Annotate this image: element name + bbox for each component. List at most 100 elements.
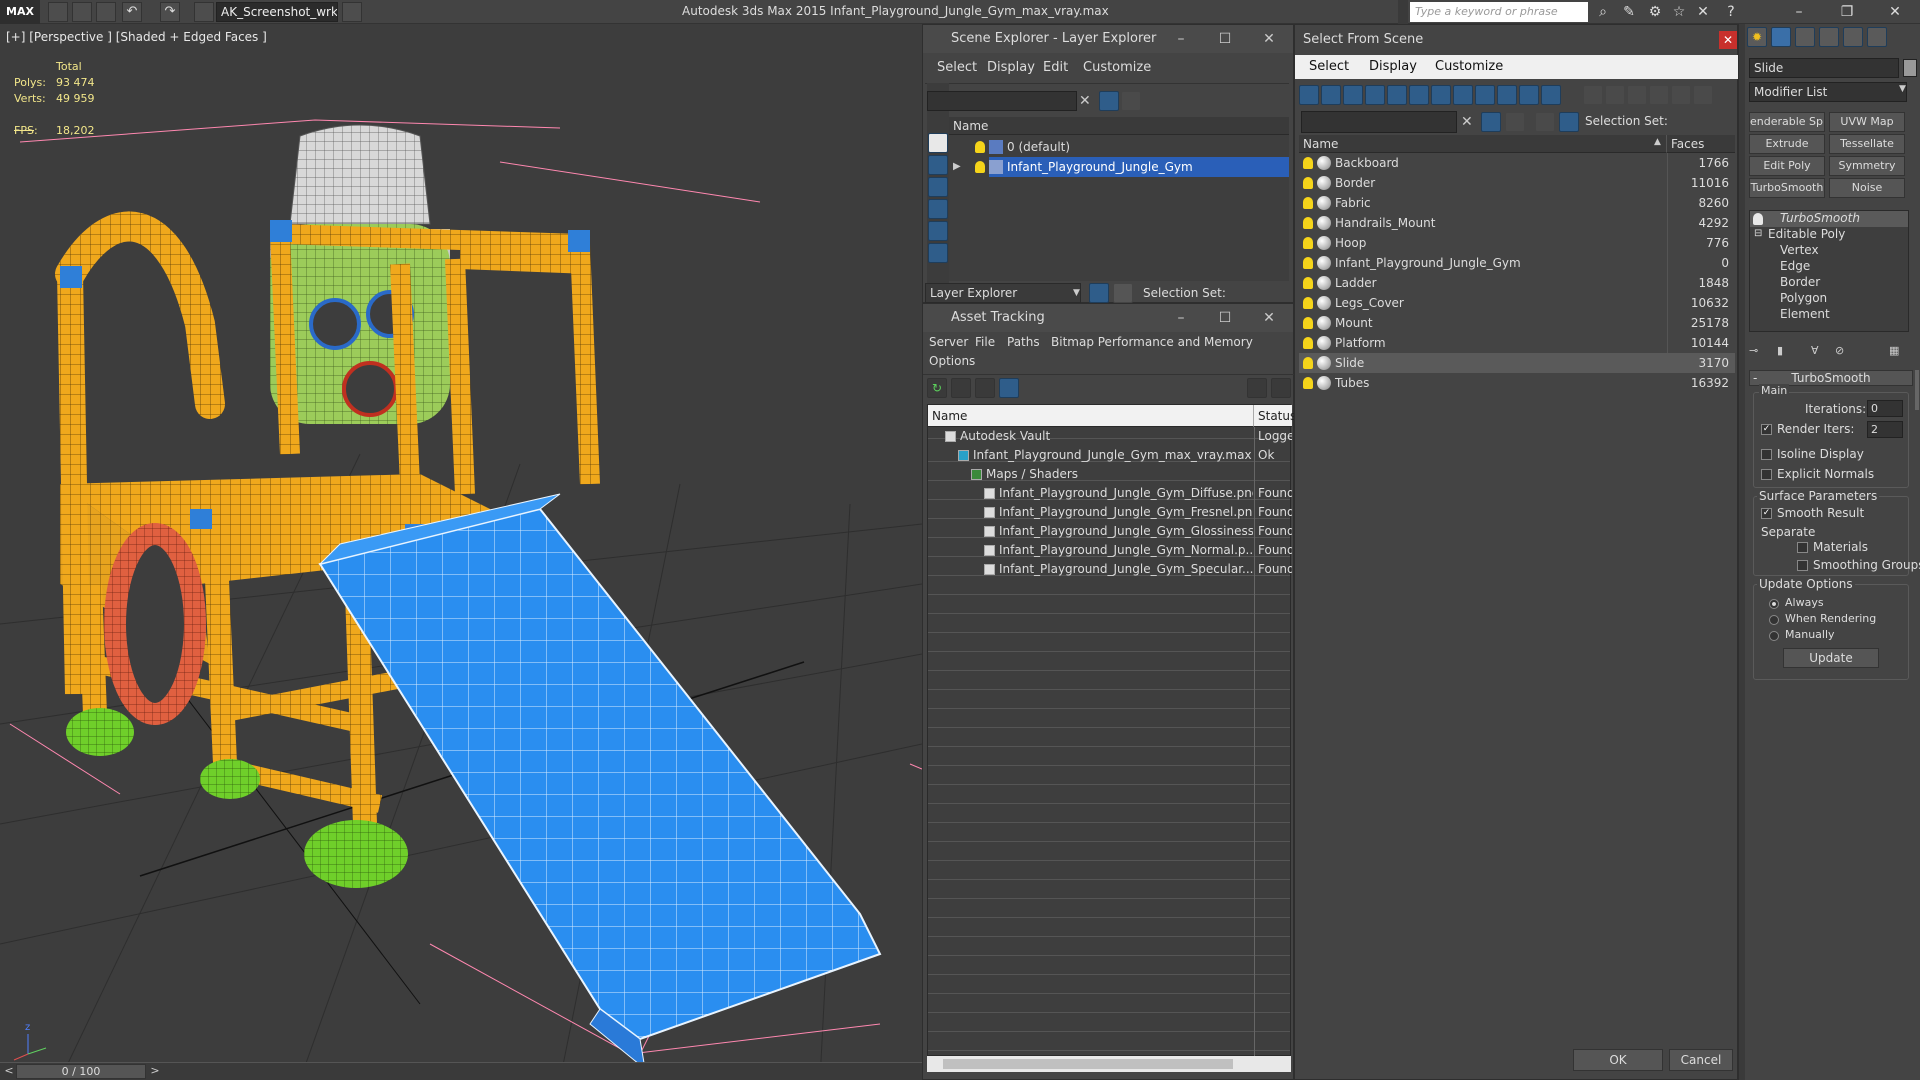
stack-border[interactable]: Border bbox=[1780, 275, 1820, 289]
asset-row[interactable]: Maps / Shaders bbox=[928, 465, 1292, 484]
new-scene-icon[interactable] bbox=[48, 2, 68, 22]
smoothing-groups-checkbox[interactable] bbox=[1797, 560, 1808, 571]
display-xrefs-icon[interactable] bbox=[1453, 85, 1473, 105]
menu-server[interactable]: Server bbox=[929, 335, 968, 349]
close-icon[interactable]: ✕ bbox=[1247, 304, 1291, 332]
object-row[interactable]: Backboard 1766 bbox=[1299, 153, 1735, 173]
stack-element[interactable]: Element bbox=[1780, 307, 1830, 321]
close-icon[interactable]: ✕ bbox=[1719, 31, 1737, 49]
modifier-button[interactable]: Tessellate bbox=[1829, 134, 1905, 154]
menu-options[interactable]: Options bbox=[929, 354, 975, 368]
object-row[interactable]: Infant_Playground_Jungle_Gym 0 bbox=[1299, 253, 1735, 273]
menu-display[interactable]: Display bbox=[987, 60, 1035, 75]
menu-customize[interactable]: Customize bbox=[1083, 60, 1151, 75]
ok-button[interactable]: OK bbox=[1573, 1049, 1663, 1071]
time-slider[interactable]: < 0 / 100 > bbox=[0, 1062, 922, 1080]
light-bulb-icon[interactable] bbox=[1303, 197, 1313, 209]
hierarchy-icon[interactable] bbox=[1559, 112, 1579, 132]
maximize-icon[interactable]: ☐ bbox=[1203, 304, 1247, 332]
light-bulb-icon[interactable] bbox=[1303, 217, 1313, 229]
light-bulb-icon[interactable] bbox=[1303, 237, 1313, 249]
horizontal-scrollbar[interactable] bbox=[927, 1056, 1291, 1072]
modifier-button[interactable]: Edit Poly bbox=[1749, 156, 1825, 176]
display-all-icon[interactable] bbox=[928, 155, 948, 175]
panel-scrollbar[interactable] bbox=[1915, 370, 1919, 410]
expand-arrow-icon[interactable]: ▶ bbox=[953, 157, 961, 177]
asset-row[interactable]: Infant_Playground_Jungle_Gym_Normal.p...… bbox=[928, 541, 1292, 560]
object-row[interactable]: Fabric 8260 bbox=[1299, 193, 1735, 213]
filter-options-icon[interactable] bbox=[1649, 85, 1669, 105]
redo-icon[interactable]: ↷ bbox=[160, 2, 180, 22]
asset-row[interactable]: Infant_Playground_Jungle_Gym_Fresnel.png… bbox=[928, 503, 1292, 522]
light-bulb-icon[interactable] bbox=[1303, 257, 1313, 269]
display-tab-icon[interactable] bbox=[1843, 27, 1863, 47]
menu-select[interactable]: Select bbox=[1309, 59, 1349, 74]
display-geometry-icon[interactable] bbox=[1299, 85, 1319, 105]
display-hidden-icon[interactable] bbox=[1541, 85, 1561, 105]
thumbnail-view-icon[interactable] bbox=[975, 378, 995, 398]
manually-radio[interactable] bbox=[1769, 631, 1779, 641]
display-containers-icon[interactable] bbox=[1497, 85, 1517, 105]
modifier-button[interactable]: UVW Map bbox=[1829, 112, 1905, 132]
display-shapes-icon[interactable] bbox=[1321, 85, 1341, 105]
shapes-icon[interactable] bbox=[928, 199, 948, 219]
light-bulb-icon[interactable] bbox=[1303, 337, 1313, 349]
column-header-name[interactable]: Name bbox=[928, 405, 1254, 427]
modifier-button[interactable]: enderable Spli bbox=[1749, 112, 1825, 132]
menu-display[interactable]: Display bbox=[1369, 59, 1417, 74]
scene-search-input[interactable] bbox=[1301, 111, 1457, 133]
when-rendering-radio[interactable] bbox=[1769, 615, 1779, 625]
asset-row[interactable]: Autodesk Vault Logge bbox=[928, 427, 1292, 446]
undo-icon[interactable]: ↶ bbox=[122, 2, 142, 22]
object-row[interactable]: Legs_Cover 10632 bbox=[1299, 293, 1735, 313]
remove-modifier-icon[interactable]: ⊘ bbox=[1835, 344, 1851, 360]
exchange-icon[interactable]: ⚙ bbox=[1646, 3, 1664, 21]
workspace-dropdown[interactable]: AK_Screenshot_wrksp bbox=[216, 2, 338, 22]
modifier-list-dropdown[interactable]: Modifier List bbox=[1749, 82, 1907, 102]
pin-stack-icon[interactable]: ⊸ bbox=[1749, 344, 1765, 360]
always-radio[interactable] bbox=[1769, 599, 1779, 609]
clear-search-icon[interactable]: ✕ bbox=[1461, 111, 1475, 133]
utilities-tab-icon[interactable] bbox=[1867, 27, 1887, 47]
clear-search-icon[interactable]: ✕ bbox=[1079, 91, 1093, 111]
filter-icon[interactable] bbox=[1099, 91, 1119, 111]
list-view-icon[interactable] bbox=[951, 378, 971, 398]
minimize-icon[interactable]: – bbox=[1159, 304, 1203, 332]
display-cameras-icon[interactable] bbox=[1365, 85, 1385, 105]
stack-edge[interactable]: Edge bbox=[1780, 259, 1810, 273]
configure-sets-icon[interactable]: ▦ bbox=[1889, 344, 1907, 360]
display-none-icon[interactable] bbox=[928, 133, 948, 153]
collapse-all-icon[interactable] bbox=[1693, 85, 1713, 105]
cancel-button[interactable]: Cancel bbox=[1669, 1049, 1733, 1071]
object-name-field[interactable]: Slide bbox=[1749, 58, 1899, 78]
light-bulb-icon[interactable] bbox=[1303, 297, 1313, 309]
sort-arrow-icon[interactable]: ▲ bbox=[1654, 137, 1661, 147]
update-button[interactable]: Update bbox=[1783, 648, 1879, 668]
layers-icon[interactable] bbox=[928, 243, 948, 263]
panel-resize-handle[interactable] bbox=[1739, 24, 1745, 1080]
time-slider-thumb[interactable]: 0 / 100 bbox=[16, 1064, 146, 1079]
object-row[interactable]: Hoop 776 bbox=[1299, 233, 1735, 253]
iterations-spinner[interactable]: 0 bbox=[1867, 400, 1903, 417]
refresh-icon[interactable]: ↻ bbox=[927, 378, 947, 398]
display-spacewarps-icon[interactable] bbox=[1409, 85, 1429, 105]
light-bulb-icon[interactable] bbox=[975, 141, 985, 153]
project-folder-icon[interactable] bbox=[194, 2, 214, 22]
menu-select[interactable]: Select bbox=[937, 60, 977, 75]
make-unique-icon[interactable]: ∀ bbox=[1811, 344, 1827, 360]
save-file-icon[interactable] bbox=[96, 2, 116, 22]
object-row[interactable]: Tubes 16392 bbox=[1299, 373, 1735, 393]
object-row[interactable]: Ladder 1848 bbox=[1299, 273, 1735, 293]
modifier-button[interactable]: Noise bbox=[1829, 178, 1905, 198]
light-bulb-icon[interactable] bbox=[1303, 377, 1313, 389]
menu-paths[interactable]: Paths bbox=[1007, 335, 1040, 349]
app-logo[interactable]: MAX bbox=[0, 0, 40, 24]
asset-row[interactable]: Infant_Playground_Jungle_Gym_max_vray.ma… bbox=[928, 446, 1292, 465]
asset-row[interactable]: Infant_Playground_Jungle_Gym_Diffuse.png… bbox=[928, 484, 1292, 503]
perspective-viewport[interactable]: z [+] [Perspective ] [Shaded + Edged Fac… bbox=[0, 24, 922, 1080]
light-bulb-icon[interactable] bbox=[1753, 213, 1763, 225]
binoculars-icon[interactable]: ⌕ bbox=[1594, 3, 1612, 21]
column-header-name[interactable]: Name bbox=[1299, 135, 1667, 153]
asset-row[interactable]: Infant_Playground_Jungle_Gym_Glossiness.… bbox=[928, 522, 1292, 541]
stack-editable-poly[interactable]: Editable Poly bbox=[1768, 227, 1845, 241]
